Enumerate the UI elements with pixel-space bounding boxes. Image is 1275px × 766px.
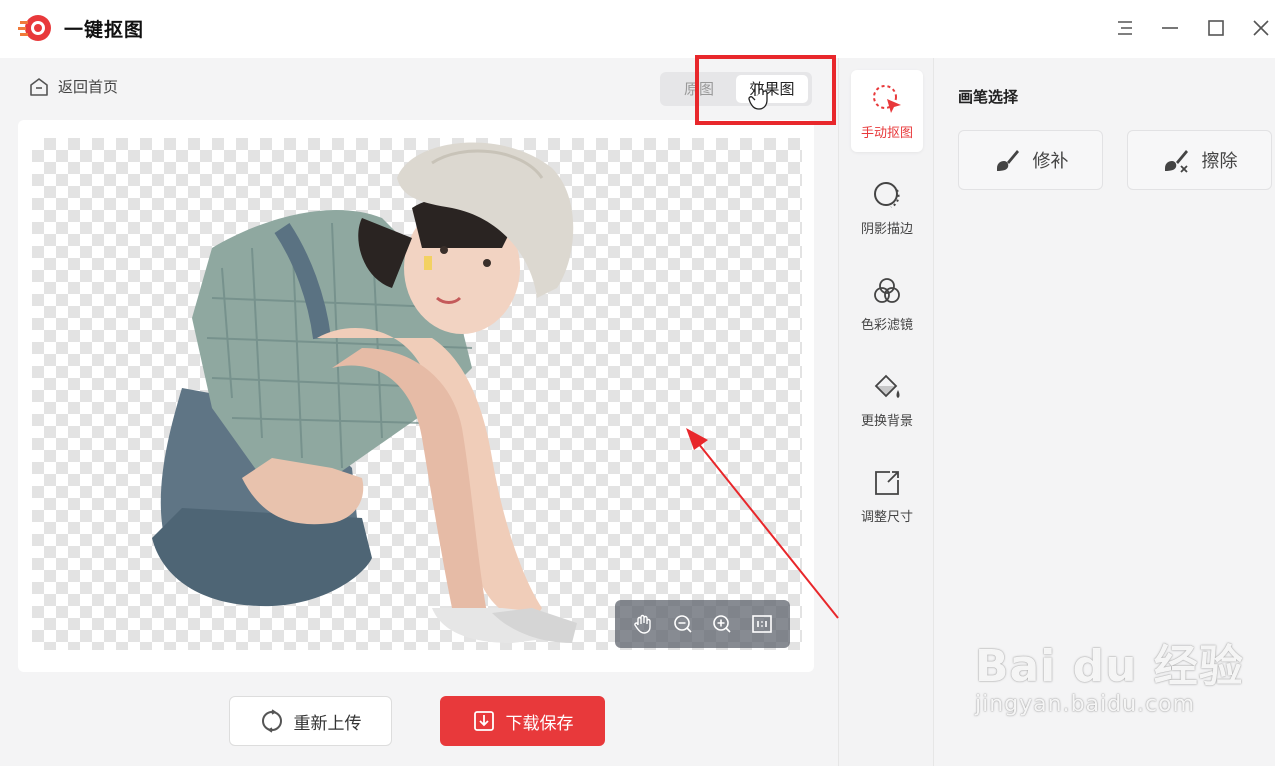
tool-change-background[interactable]: 更换背景: [851, 358, 923, 440]
title-bar: 一键抠图: [0, 0, 1275, 58]
zoom-toolbar: [615, 600, 790, 648]
refresh-icon: [261, 709, 282, 733]
image-canvas: [18, 120, 814, 672]
home-icon: [30, 77, 48, 96]
app-title: 一键抠图: [64, 19, 145, 41]
shadow-outline-icon: [874, 181, 900, 208]
change-background-icon: [874, 374, 900, 398]
back-home-link[interactable]: 返回首页: [28, 76, 118, 97]
color-filter-icon: [874, 277, 900, 303]
erase-brush-label: 擦除: [1201, 151, 1238, 172]
download-icon: [473, 711, 494, 731]
zoom-in-icon[interactable]: [707, 609, 737, 639]
tool-manual-cutout[interactable]: 手动抠图: [851, 70, 923, 152]
repair-brush-label: 修补: [1032, 151, 1069, 172]
cutout-subject-image: [152, 142, 577, 643]
baidu-jingyan-watermark: Bai du 经验 jingyan.baidu.com: [975, 630, 1244, 717]
tool-shadow-outline-label: 阴影描边: [860, 221, 913, 237]
tab-result[interactable]: 效果图: [736, 75, 808, 103]
back-home-label: 返回首页: [58, 78, 119, 96]
brush-section-title: 画笔选择: [958, 88, 1019, 106]
repair-brush-icon: [996, 150, 1019, 171]
tool-resize[interactable]: 调整尺寸: [851, 454, 923, 536]
app-logo-icon: [18, 15, 51, 41]
repair-brush-button[interactable]: 修补: [958, 130, 1103, 190]
reupload-label: 重新上传: [293, 713, 362, 734]
hand-icon[interactable]: [628, 609, 658, 639]
actual-size-icon[interactable]: [747, 609, 777, 639]
erase-brush-button[interactable]: 擦除: [1127, 130, 1272, 190]
watermark-main: Bai du 经验: [975, 641, 1244, 692]
download-save-button[interactable]: 下载保存: [440, 696, 605, 746]
menu-icon[interactable]: [1110, 14, 1140, 42]
zoom-out-icon[interactable]: [668, 609, 698, 639]
minimize-icon[interactable]: [1155, 14, 1185, 42]
manual-cutout-icon: [873, 84, 901, 113]
maximize-icon[interactable]: [1201, 14, 1231, 42]
tool-change-background-label: 更换背景: [860, 413, 913, 429]
tool-color-filter-label: 色彩滤镜: [860, 317, 913, 333]
view-toggle: 原图 效果图: [660, 72, 812, 106]
editor-panel: 返回首页 原图 效果图 重新上传 下载保存: [0, 58, 838, 766]
tab-original[interactable]: 原图: [664, 75, 734, 103]
download-save-label: 下载保存: [505, 713, 574, 734]
tool-shadow-outline[interactable]: 阴影描边: [851, 166, 923, 248]
erase-brush-icon: [1164, 150, 1188, 173]
tool-manual-cutout-label: 手动抠图: [860, 125, 913, 141]
reupload-button[interactable]: 重新上传: [229, 696, 392, 746]
close-icon[interactable]: [1246, 14, 1275, 42]
hand-cursor-icon: [748, 83, 768, 110]
tool-color-filter[interactable]: 色彩滤镜: [851, 262, 923, 344]
watermark-sub: jingyan.baidu.com: [975, 692, 1196, 717]
tool-sidebar: 手动抠图 阴影描边 色彩滤镜 更换背景 调整尺寸: [838, 58, 934, 766]
transparent-background: [32, 138, 802, 650]
tool-resize-label: 调整尺寸: [860, 509, 913, 525]
resize-icon: [875, 470, 899, 495]
